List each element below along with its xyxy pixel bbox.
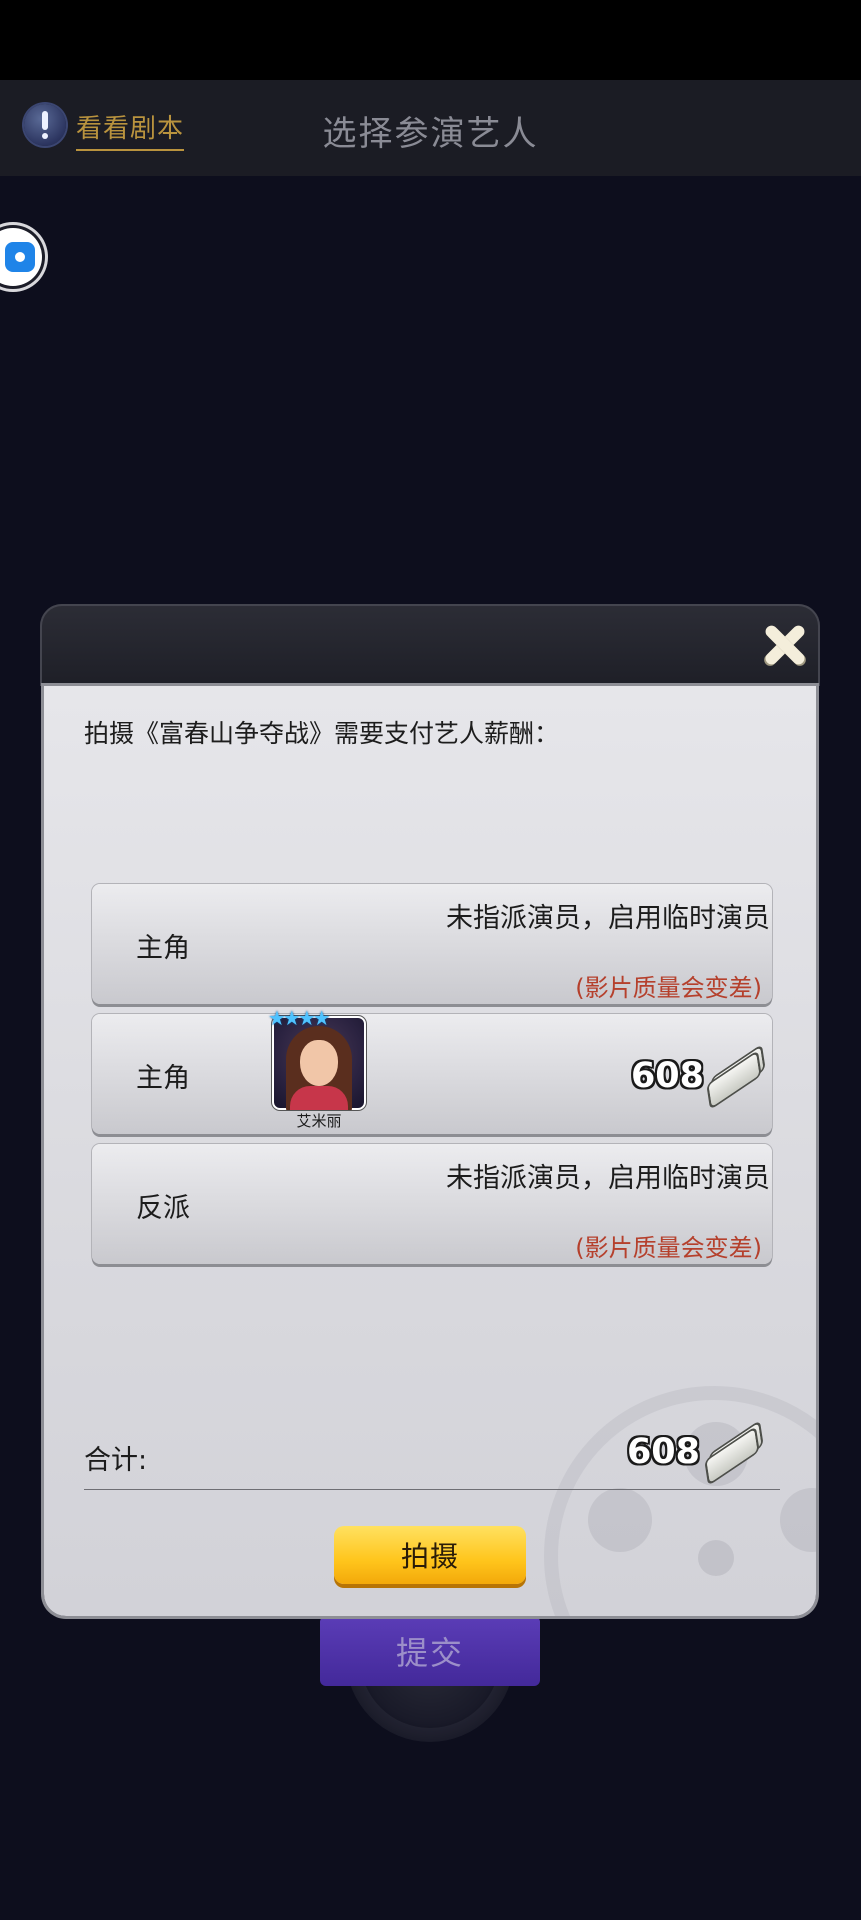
- role-name: 反派: [136, 1193, 190, 1224]
- role-name: 主角: [136, 933, 190, 964]
- star-rating-icon: ★★★★: [268, 1006, 331, 1030]
- shoot-button[interactable]: 拍摄: [334, 1526, 526, 1584]
- money-icon: [708, 1047, 764, 1107]
- quality-warning: (影片质量会变差): [575, 974, 762, 1002]
- salary-dialog: 拍摄《富春山争夺战》需要支付艺人薪酬： 主角 未指派演员，启用临时演员 (影片质…: [40, 604, 820, 1616]
- total-label: 合计:: [84, 1445, 148, 1476]
- dialog-body: 拍摄《富春山争夺战》需要支付艺人薪酬： 主角 未指派演员，启用临时演员 (影片质…: [44, 686, 816, 1616]
- temp-actor-message: 未指派演员，启用临时演员: [446, 1163, 770, 1194]
- role-row[interactable]: 反派 未指派演员，启用临时演员 (影片质量会变差): [92, 1144, 772, 1264]
- role-name: 主角: [136, 1063, 190, 1094]
- pay-description: 拍摄《富春山争夺战》需要支付艺人薪酬：: [84, 719, 560, 748]
- role-row[interactable]: 主角 ★★★★ 艾米丽 608: [92, 1006, 772, 1134]
- page-title: 选择参演艺人: [322, 114, 539, 154]
- actor-fee: 608: [630, 1056, 704, 1096]
- status-bar: [0, 0, 861, 80]
- role-row[interactable]: 主角 未指派演员，启用临时演员 (影片质量会变差): [92, 884, 772, 1004]
- quality-warning: (影片质量会变差): [575, 1234, 762, 1262]
- dialog-header: [40, 604, 820, 686]
- submit-button[interactable]: 提交: [320, 1616, 540, 1686]
- temp-actor-message: 未指派演员，启用临时演员: [446, 903, 770, 934]
- total-value: 608: [626, 1432, 700, 1472]
- film-reel-decoration: [544, 1386, 816, 1616]
- close-icon[interactable]: [758, 618, 812, 672]
- money-icon: [706, 1423, 762, 1483]
- assistant-float-icon[interactable]: [0, 228, 42, 286]
- actor-name: 艾米丽: [296, 1112, 342, 1130]
- actor-avatar[interactable]: [272, 1016, 366, 1110]
- top-bar: 看看剧本 选择参演艺人: [0, 80, 861, 176]
- total-divider: [84, 1489, 780, 1490]
